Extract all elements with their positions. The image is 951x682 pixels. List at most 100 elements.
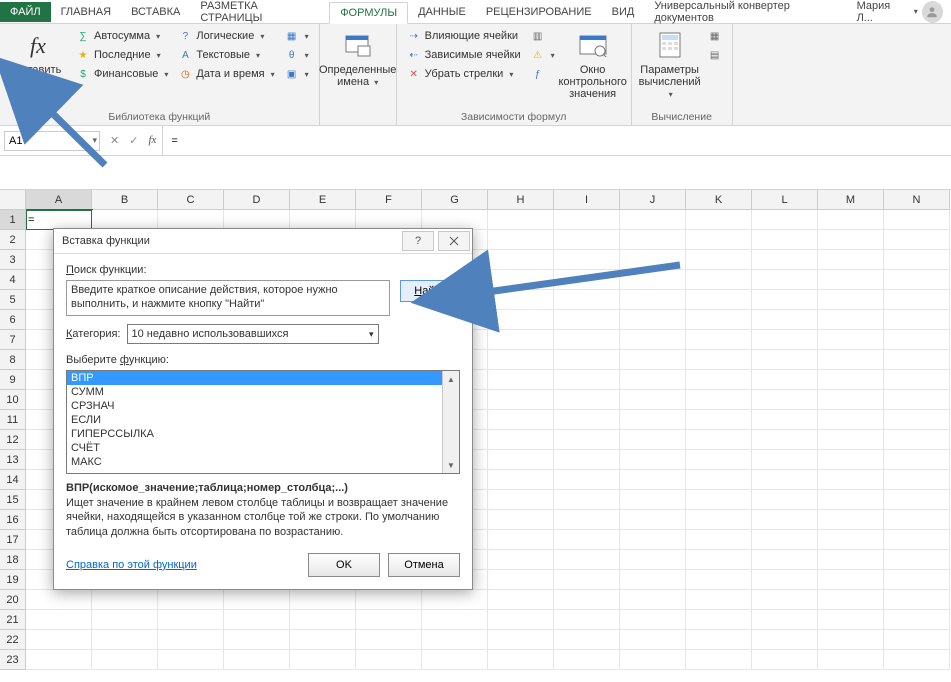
cell[interactable] (884, 210, 950, 230)
cell[interactable] (554, 550, 620, 570)
row-header[interactable]: 5 (0, 290, 26, 310)
cell[interactable] (686, 290, 752, 310)
autosum-button[interactable]: ∑Автосумма▾ (74, 28, 170, 44)
column-header[interactable]: M (818, 190, 884, 210)
tab-file[interactable]: ФАЙЛ (0, 2, 51, 22)
tab-data[interactable]: ДАННЫЕ (408, 2, 476, 22)
cell[interactable] (290, 590, 356, 610)
text-button[interactable]: AТекстовые▾ (176, 47, 276, 63)
cell[interactable] (818, 490, 884, 510)
cell[interactable] (884, 530, 950, 550)
cell[interactable] (818, 410, 884, 430)
dialog-close-button[interactable] (438, 231, 470, 251)
cell[interactable] (356, 650, 422, 670)
cell[interactable] (554, 470, 620, 490)
financial-button[interactable]: $Финансовые▾ (74, 66, 170, 82)
cell[interactable] (686, 530, 752, 550)
trace-precedents-button[interactable]: ⇢Влияющие ячейки (405, 28, 523, 44)
cell[interactable] (752, 330, 818, 350)
cell[interactable] (488, 510, 554, 530)
column-header[interactable]: A (26, 190, 92, 210)
cell[interactable] (554, 250, 620, 270)
cell[interactable] (818, 450, 884, 470)
cell[interactable] (752, 290, 818, 310)
cell[interactable] (620, 530, 686, 550)
cell[interactable] (488, 350, 554, 370)
cell[interactable] (818, 430, 884, 450)
cancel-edit-icon[interactable]: ✕ (110, 134, 119, 147)
cell[interactable] (686, 430, 752, 450)
cell[interactable] (290, 650, 356, 670)
cell[interactable] (356, 630, 422, 650)
cell[interactable] (488, 550, 554, 570)
cell[interactable] (488, 330, 554, 350)
cell[interactable] (224, 610, 290, 630)
cell[interactable] (884, 250, 950, 270)
row-header[interactable]: 15 (0, 490, 26, 510)
select-all-corner[interactable] (0, 190, 26, 210)
cell[interactable] (620, 230, 686, 250)
cell[interactable] (488, 250, 554, 270)
row-header[interactable]: 16 (0, 510, 26, 530)
cell[interactable] (92, 590, 158, 610)
cell[interactable] (554, 290, 620, 310)
cell[interactable] (884, 550, 950, 570)
row-header[interactable]: 21 (0, 610, 26, 630)
cell[interactable] (884, 490, 950, 510)
cell[interactable] (884, 230, 950, 250)
row-header[interactable]: 13 (0, 450, 26, 470)
cell[interactable] (752, 610, 818, 630)
cell[interactable] (818, 350, 884, 370)
cell[interactable] (554, 630, 620, 650)
cell[interactable] (554, 430, 620, 450)
cell[interactable] (554, 450, 620, 470)
cell[interactable] (422, 630, 488, 650)
cell[interactable] (686, 270, 752, 290)
cell[interactable] (752, 570, 818, 590)
cell[interactable] (686, 230, 752, 250)
math-trig-button[interactable]: θ▾ (283, 47, 311, 63)
row-header[interactable]: 14 (0, 470, 26, 490)
cell[interactable] (158, 610, 224, 630)
cell[interactable] (818, 470, 884, 490)
cell[interactable] (554, 650, 620, 670)
cell[interactable] (92, 210, 158, 230)
column-header[interactable]: L (752, 190, 818, 210)
cell[interactable] (290, 610, 356, 630)
cell[interactable] (224, 650, 290, 670)
row-header[interactable]: 7 (0, 330, 26, 350)
calculation-options-button[interactable]: Параметрывычислений ▾ (640, 28, 700, 102)
row-header[interactable]: 17 (0, 530, 26, 550)
cell[interactable] (554, 570, 620, 590)
insert-function-button[interactable]: fx Вставитьфункцию (8, 28, 68, 90)
row-header[interactable]: 23 (0, 650, 26, 670)
row-header[interactable]: 2 (0, 230, 26, 250)
row-header[interactable]: 1 (0, 210, 26, 230)
recent-functions-button[interactable]: ★Последние▾ (74, 47, 170, 63)
tab-formulas[interactable]: ФОРМУЛЫ (329, 2, 408, 24)
cancel-button[interactable]: Отмена (388, 553, 460, 577)
cell[interactable] (488, 650, 554, 670)
row-header[interactable]: 9 (0, 370, 26, 390)
cell[interactable] (686, 550, 752, 570)
cell[interactable] (884, 470, 950, 490)
cell[interactable] (620, 570, 686, 590)
cell[interactable] (818, 370, 884, 390)
cell[interactable] (488, 610, 554, 630)
cell[interactable] (92, 630, 158, 650)
cell[interactable] (752, 530, 818, 550)
function-list[interactable]: ВПРСУММСРЗНАЧЕСЛИГИПЕРССЫЛКАСЧЁТМАКС ▲ ▼ (66, 370, 460, 474)
cell[interactable] (158, 590, 224, 610)
cell[interactable] (620, 210, 686, 230)
column-header[interactable]: J (620, 190, 686, 210)
cell[interactable] (818, 650, 884, 670)
cell[interactable] (752, 450, 818, 470)
cell[interactable] (620, 250, 686, 270)
column-header[interactable]: C (158, 190, 224, 210)
cell[interactable] (884, 570, 950, 590)
cell[interactable] (818, 290, 884, 310)
cell[interactable] (752, 270, 818, 290)
calc-sheet-button[interactable]: ▤ (706, 47, 724, 63)
cell[interactable] (356, 590, 422, 610)
cell[interactable] (422, 590, 488, 610)
